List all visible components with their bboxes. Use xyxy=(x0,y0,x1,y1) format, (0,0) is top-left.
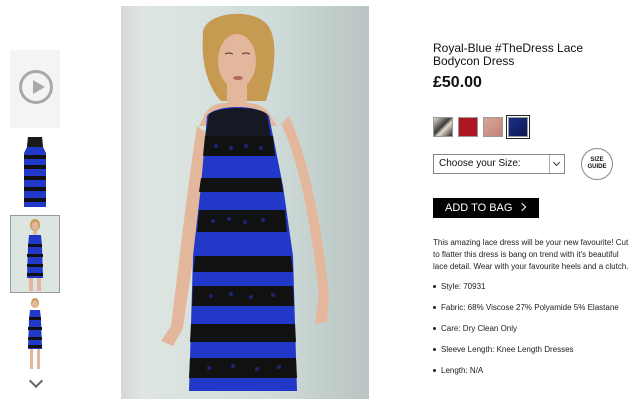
size-select-value: Choose your Size: xyxy=(439,158,521,169)
thumbnail-model-front[interactable] xyxy=(10,215,60,293)
product-description: This amazing lace dress will be your new… xyxy=(433,238,629,271)
add-to-bag-button[interactable]: ADD TO BAG xyxy=(433,198,539,218)
size-select[interactable]: Choose your Size: xyxy=(433,154,565,174)
product-title: Royal-Blue #TheDress Lace Bodycon Dress xyxy=(433,41,584,68)
spec-style: Style: 70931 xyxy=(433,282,635,303)
product-price: £50.00 xyxy=(433,74,482,91)
main-product-image xyxy=(121,6,369,399)
chevron-down-icon xyxy=(549,155,564,173)
play-icon[interactable] xyxy=(19,70,53,104)
swatch-nude[interactable] xyxy=(483,117,503,137)
color-swatches xyxy=(433,115,530,139)
spec-sleeve-length: Sleeve Length: Knee Length Dresses xyxy=(433,345,635,366)
thumbnail-dress[interactable] xyxy=(10,135,60,210)
swatch-red[interactable] xyxy=(458,117,478,137)
product-specs: Style: 70931 Fabric: 68% Viscose 27% Pol… xyxy=(433,282,635,387)
size-guide-line2: GUIDE xyxy=(587,164,607,170)
chevron-down-icon[interactable] xyxy=(28,373,44,389)
spec-length: Length: N/A xyxy=(433,366,635,387)
size-guide-button[interactable]: SIZE GUIDE xyxy=(581,148,613,180)
spec-care: Care: Dry Clean Only xyxy=(433,324,635,345)
swatch-cream-black[interactable] xyxy=(433,117,453,137)
add-to-bag-label: ADD TO BAG xyxy=(445,202,513,214)
video-thumbnail[interactable] xyxy=(10,50,60,128)
spec-fabric: Fabric: 68% Viscose 27% Polyamide 5% Ela… xyxy=(433,303,635,324)
swatch-royal-blue[interactable] xyxy=(506,115,530,139)
chevron-right-icon xyxy=(517,202,527,212)
size-guide-line1: SIZE xyxy=(590,157,604,163)
thumbnail-model-side[interactable] xyxy=(10,297,60,372)
